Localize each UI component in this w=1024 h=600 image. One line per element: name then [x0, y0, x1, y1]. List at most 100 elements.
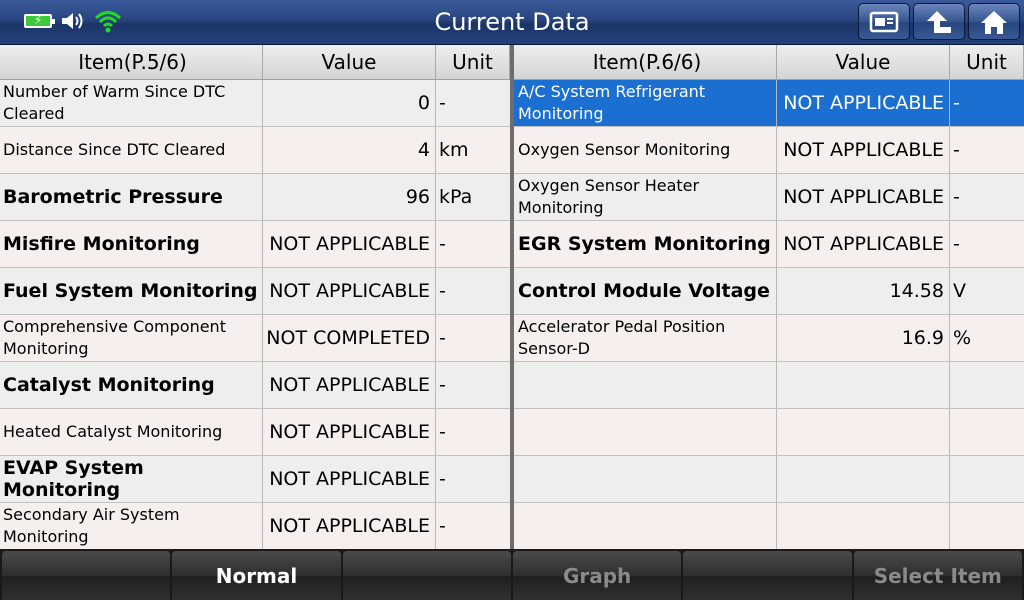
table-row-empty — [514, 503, 1024, 550]
row-value: NOT APPLICABLE — [777, 221, 950, 267]
table-row[interactable]: Distance Since DTC Cleared 4 km — [0, 127, 510, 174]
table-row-empty — [514, 362, 1024, 409]
table-row[interactable]: Barometric Pressure 96 kPa — [0, 174, 510, 221]
graph-button[interactable]: Graph — [512, 551, 682, 600]
table-row[interactable]: Comprehensive Component Monitoring NOT C… — [0, 315, 510, 362]
row-unit — [950, 362, 1024, 408]
row-unit — [950, 456, 1024, 502]
row-unit: - — [439, 280, 446, 302]
column-header-unit: Unit — [950, 45, 1024, 79]
table-row[interactable]: Control Module Voltage 14.58 V — [514, 268, 1024, 315]
row-unit: V — [953, 280, 966, 302]
row-value: NOT APPLICABLE — [777, 80, 950, 126]
title-bar: ⚡ Current Data — [0, 0, 1024, 45]
toolbar-button-3[interactable] — [342, 551, 511, 600]
row-value — [777, 409, 950, 455]
row-value: 0 — [263, 80, 436, 126]
select-item-button[interactable]: Select Item — [853, 551, 1022, 600]
row-value: NOT APPLICABLE — [263, 268, 436, 314]
table-row[interactable]: Fuel System Monitoring NOT APPLICABLE - — [0, 268, 510, 315]
back-arrow-icon — [927, 10, 951, 33]
row-item: Oxygen Sensor Heater Monitoring — [514, 174, 777, 220]
row-unit: - — [439, 515, 446, 537]
data-table-left: Item(P.5/6) Value Unit Number of Warm Si… — [0, 45, 510, 550]
row-item: Control Module Voltage — [514, 268, 777, 314]
row-item: Comprehensive Component Monitoring — [0, 315, 263, 361]
row-item: Number of Warm Since DTC Cleared — [0, 80, 263, 126]
column-header-item: Item(P.5/6) — [0, 45, 263, 79]
row-item: Heated Catalyst Monitoring — [0, 409, 263, 455]
row-value: 14.58 — [777, 268, 950, 314]
home-icon — [981, 10, 1007, 34]
row-value — [777, 503, 950, 549]
table-row[interactable]: Secondary Air System Monitoring NOT APPL… — [0, 503, 510, 550]
row-unit — [950, 503, 1024, 549]
row-value: NOT APPLICABLE — [263, 503, 436, 549]
row-value: NOT APPLICABLE — [777, 174, 950, 220]
row-value: 16.9 — [777, 315, 950, 361]
table-row-empty — [514, 456, 1024, 503]
table-row[interactable]: Accelerator Pedal Position Sensor-D 16.9… — [514, 315, 1024, 362]
row-value: NOT APPLICABLE — [263, 409, 436, 455]
table-row[interactable]: Misfire Monitoring NOT APPLICABLE - — [0, 221, 510, 268]
row-unit: - — [439, 468, 446, 490]
row-value: NOT APPLICABLE — [263, 362, 436, 408]
row-value: 96 — [263, 174, 436, 220]
screenshot-button[interactable] — [858, 3, 910, 40]
back-button[interactable] — [913, 3, 965, 40]
toolbar-button-5[interactable] — [683, 551, 852, 600]
table-row[interactable]: Oxygen Sensor Heater Monitoring NOT APPL… — [514, 174, 1024, 221]
column-header-item: Item(P.6/6) — [514, 45, 777, 79]
row-item — [514, 409, 777, 455]
row-item: Misfire Monitoring — [0, 221, 263, 267]
table-header: Item(P.5/6) Value Unit — [0, 45, 510, 80]
table-row[interactable]: Heated Catalyst Monitoring NOT APPLICABL… — [0, 409, 510, 456]
column-header-value: Value — [263, 45, 436, 79]
row-item: A/C System Refrigerant Monitoring — [514, 80, 777, 126]
normal-button[interactable]: Normal — [172, 551, 341, 600]
row-unit: - — [953, 139, 960, 161]
table-row[interactable]: Number of Warm Since DTC Cleared 0 - — [0, 80, 510, 127]
row-unit: - — [439, 421, 446, 443]
table-row[interactable]: EGR System Monitoring NOT APPLICABLE - — [514, 221, 1024, 268]
data-table-right: Item(P.6/6) Value Unit A/C System Refrig… — [514, 45, 1024, 550]
table-row[interactable]: Catalyst Monitoring NOT APPLICABLE - — [0, 362, 510, 409]
row-item: EGR System Monitoring — [514, 221, 777, 267]
row-unit: - — [953, 92, 960, 114]
row-item: Fuel System Monitoring — [0, 268, 263, 314]
row-item: Barometric Pressure — [0, 174, 263, 220]
row-item: Accelerator Pedal Position Sensor-D — [514, 315, 777, 361]
row-value: NOT APPLICABLE — [263, 456, 436, 502]
table-row-selected[interactable]: A/C System Refrigerant Monitoring NOT AP… — [514, 80, 1024, 127]
row-unit: - — [439, 92, 446, 114]
row-item: EVAP System Monitoring — [0, 456, 263, 502]
row-item: Secondary Air System Monitoring — [0, 503, 263, 549]
row-item — [514, 362, 777, 408]
row-unit: km — [439, 139, 469, 161]
row-unit: - — [439, 233, 446, 255]
row-value — [777, 456, 950, 502]
bottom-toolbar: Normal Graph Select Item — [0, 549, 1024, 600]
table-row[interactable]: Oxygen Sensor Monitoring NOT APPLICABLE … — [514, 127, 1024, 174]
row-value — [777, 362, 950, 408]
row-item — [514, 456, 777, 502]
home-button[interactable] — [968, 3, 1020, 40]
row-item: Distance Since DTC Cleared — [0, 127, 263, 173]
row-item: Oxygen Sensor Monitoring — [514, 127, 777, 173]
row-unit: kPa — [439, 186, 473, 208]
row-value: 4 — [263, 127, 436, 173]
screenshot-icon — [869, 11, 899, 32]
row-unit: % — [953, 327, 972, 349]
row-unit — [950, 409, 1024, 455]
row-unit: - — [953, 186, 960, 208]
column-header-unit: Unit — [436, 45, 510, 79]
row-item: Catalyst Monitoring — [0, 362, 263, 408]
row-unit: - — [953, 233, 960, 255]
column-header-value: Value — [777, 45, 950, 79]
table-row-empty — [514, 409, 1024, 456]
row-value: NOT COMPLETED — [263, 315, 436, 361]
row-unit: - — [439, 374, 446, 396]
toolbar-button-1[interactable] — [2, 551, 171, 600]
table-header: Item(P.6/6) Value Unit — [514, 45, 1024, 80]
table-row[interactable]: EVAP System Monitoring NOT APPLICABLE - — [0, 456, 510, 503]
